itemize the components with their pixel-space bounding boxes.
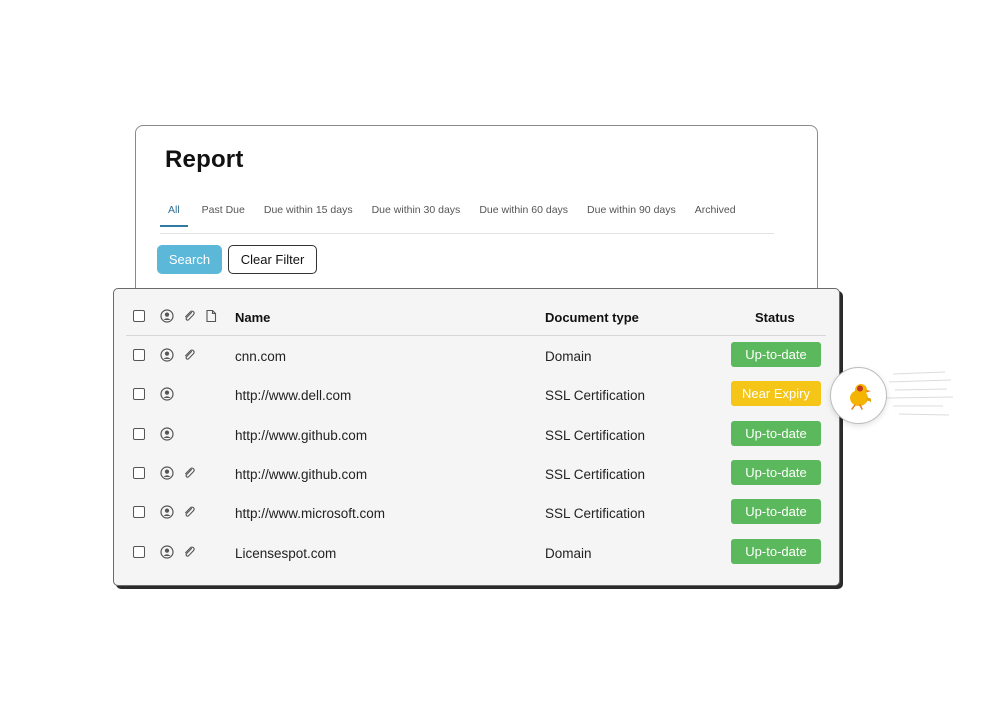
cell-document-type: SSL Certification	[545, 466, 646, 482]
row-checkbox[interactable]	[133, 388, 145, 401]
column-header-status[interactable]: Status	[755, 310, 795, 325]
cell-name[interactable]: http://www.github.com	[235, 467, 367, 482]
search-button[interactable]: Search	[157, 245, 222, 274]
person-icon[interactable]	[160, 387, 174, 401]
table-row[interactable]: Licensespot.com Domain Up-to-date	[114, 534, 839, 573]
paperclip-icon	[182, 309, 196, 323]
paperclip-icon[interactable]	[182, 545, 196, 559]
cell-name[interactable]: http://www.microsoft.com	[235, 506, 385, 521]
cell-name[interactable]: http://www.github.com	[235, 428, 367, 443]
cell-document-type: Domain	[545, 349, 592, 364]
tab-due-15-days[interactable]: Due within 15 days	[259, 196, 358, 227]
table-row[interactable]: cnn.com Domain Up-to-date	[114, 337, 839, 376]
cell-document-type: SSL Certification	[545, 388, 646, 404]
cell-name[interactable]: http://www.dell.com	[235, 388, 351, 403]
cell-name[interactable]: Licensespot.com	[235, 546, 336, 561]
table-row[interactable]: http://www.github.com SSL Certification Up…	[114, 416, 839, 455]
report-panel: Report All Past Due Due within 15 days D…	[135, 125, 818, 315]
row-checkbox[interactable]	[133, 506, 145, 519]
clear-filter-button[interactable]: Clear Filter	[228, 245, 317, 274]
paperclip-icon[interactable]	[182, 348, 196, 362]
status-badge: Near Expiry	[731, 381, 821, 407]
person-icon[interactable]	[160, 505, 174, 519]
status-badge: Up-to-date	[731, 420, 821, 446]
page-title: Report	[165, 146, 244, 173]
person-icon[interactable]	[160, 466, 174, 480]
table-row[interactable]: http://www.github.com SSL Certification Up…	[114, 455, 839, 494]
cell-document-type: Domain	[545, 545, 592, 561]
row-checkbox[interactable]	[133, 349, 145, 361]
row-checkbox[interactable]	[133, 545, 145, 558]
tab-due-90-days[interactable]: Due within 90 days	[582, 196, 681, 227]
table-row[interactable]: http://www.dell.com SSL Certification Near…	[114, 376, 839, 415]
person-icon[interactable]	[160, 544, 174, 559]
table-header-row: Name Document type Status	[114, 298, 839, 335]
tab-all[interactable]: All	[160, 196, 188, 227]
status-badge: Up-to-date	[731, 342, 821, 367]
filter-tabs: All Past Due Due within 15 days Due with…	[160, 196, 774, 234]
document-icon	[204, 309, 218, 323]
paperclip-icon[interactable]	[182, 466, 196, 480]
status-badge: Up-to-date	[731, 499, 821, 525]
paperclip-icon[interactable]	[182, 505, 196, 519]
select-all-checkbox[interactable]	[133, 310, 145, 322]
cell-document-type: SSL Certification	[545, 427, 646, 443]
table-row[interactable]: http://www.microsoft.com SSL Certificatio…	[114, 494, 839, 533]
person-icon[interactable]	[160, 426, 174, 441]
row-checkbox[interactable]	[133, 466, 145, 479]
tab-due-30-days[interactable]: Due within 30 days	[367, 196, 466, 227]
notification-bubble[interactable]	[830, 367, 887, 424]
column-header-name[interactable]: Name	[235, 310, 270, 325]
status-badge: Up-to-date	[731, 459, 821, 485]
person-icon[interactable]	[160, 348, 174, 362]
cell-document-type: SSL Certification	[545, 506, 646, 522]
tab-archived[interactable]: Archived	[690, 196, 741, 227]
column-header-document-type[interactable]: Document type	[545, 310, 639, 325]
speed-lines-decoration	[886, 371, 954, 416]
documents-table: Name Document type Status cnn.com Domain U…	[113, 288, 840, 586]
tab-due-60-days[interactable]: Due within 60 days	[474, 196, 573, 227]
tab-past-due[interactable]: Past Due	[197, 196, 250, 227]
header-divider	[126, 335, 826, 336]
running-chick-icon	[850, 384, 872, 410]
row-checkbox[interactable]	[133, 427, 145, 440]
status-badge: Up-to-date	[731, 538, 821, 564]
person-icon	[160, 309, 174, 323]
cell-name[interactable]: cnn.com	[235, 349, 286, 364]
